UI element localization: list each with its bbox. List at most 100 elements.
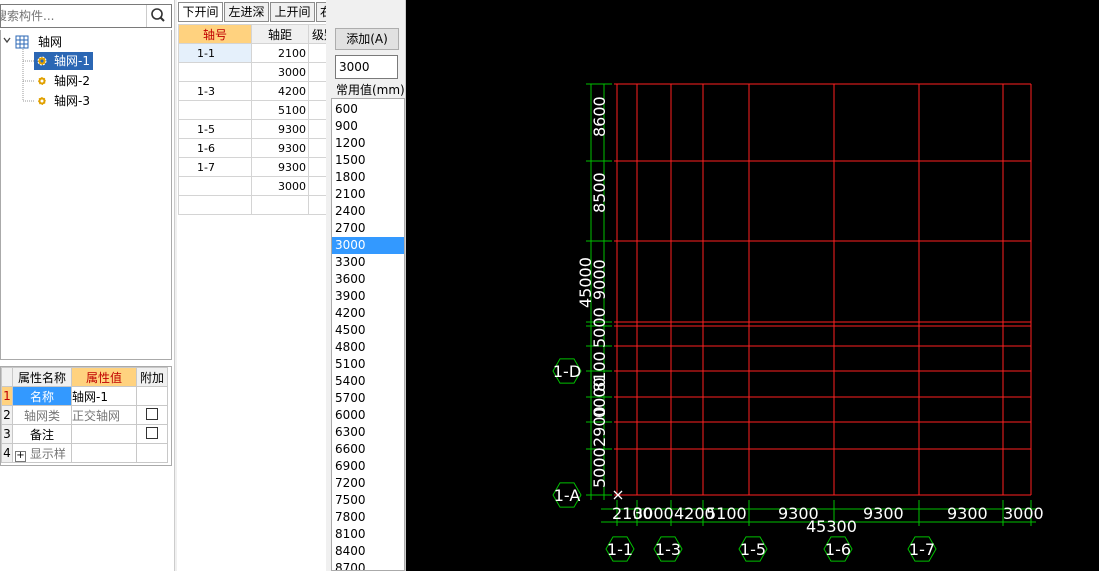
prop-extra: [136, 386, 168, 406]
common-value-item[interactable]: 900: [332, 118, 404, 135]
common-value-item[interactable]: 7500: [332, 492, 404, 509]
search-icon: [151, 8, 165, 22]
prop-row[interactable]: 2 轴网类 正交轴网: [1, 405, 168, 425]
dimension-label: 5100: [706, 504, 747, 523]
common-value-item[interactable]: 3000: [332, 237, 404, 254]
common-value-item[interactable]: 4500: [332, 322, 404, 339]
axis-distance-cell[interactable]: 4200: [251, 81, 309, 101]
axis-distance-cell[interactable]: [251, 195, 309, 215]
attach-checkbox[interactable]: [146, 426, 158, 439]
attach-checkbox[interactable]: [146, 407, 158, 420]
axis-no-cell[interactable]: 1-7: [178, 157, 252, 177]
common-value-item[interactable]: 2400: [332, 203, 404, 220]
prop-extra: [136, 443, 168, 463]
axis-no-cell[interactable]: [178, 195, 252, 215]
common-value-item[interactable]: 3300: [332, 254, 404, 271]
axis-grid-drawing: 21003000 42005100 9300 9300 9300 300045300500…: [552, 83, 1044, 562]
add-button[interactable]: 添加(A): [335, 28, 399, 50]
prop-value-header: 属性值: [71, 367, 137, 387]
prop-name-label: 显示样: [29, 446, 66, 461]
tree-root[interactable]: 轴网: [35, 33, 65, 51]
common-value-item[interactable]: 7800: [332, 509, 404, 526]
chevron-down-icon: [3, 37, 11, 44]
common-value-item[interactable]: 3600: [332, 271, 404, 288]
common-value-item[interactable]: 8700: [332, 560, 404, 570]
axis-row[interactable]: 30001: [178, 62, 340, 82]
axis-row[interactable]: 1-693001: [178, 138, 340, 158]
prop-extra-header: 附加: [136, 367, 168, 387]
prop-name: 名称: [12, 386, 72, 406]
axis-no-cell[interactable]: [178, 100, 252, 120]
common-value-item[interactable]: 6000: [332, 407, 404, 424]
value-input[interactable]: [335, 55, 398, 79]
axis-distance-cell[interactable]: 2100: [251, 43, 309, 63]
dimension-label: 8600: [590, 96, 609, 137]
common-value-item[interactable]: 1200: [332, 135, 404, 152]
common-value-item[interactable]: 5100: [332, 356, 404, 373]
common-value-item[interactable]: 2100: [332, 186, 404, 203]
common-value-item[interactable]: 6300: [332, 424, 404, 441]
common-values-list[interactable]: 600 900 1200 1500 1800 2100 2400 2700 3000 3300 36…: [331, 98, 405, 571]
common-value-item[interactable]: 5700: [332, 390, 404, 407]
tab-left-depth[interactable]: 左进深: [224, 2, 269, 22]
tab-top-bay[interactable]: 上开间: [270, 2, 315, 22]
dimension-label: 3000: [633, 504, 674, 523]
tab-bottom-bay[interactable]: 下开间: [178, 2, 223, 22]
prop-row[interactable]: 3 备注: [1, 424, 168, 444]
axis-distance-cell[interactable]: 9300: [251, 119, 309, 139]
axis-distance-cell[interactable]: 9300: [251, 138, 309, 158]
axis-no-cell[interactable]: 1-3: [178, 81, 252, 101]
common-value-item[interactable]: 8100: [332, 526, 404, 543]
search-box: [0, 4, 172, 28]
row-number: 4: [1, 443, 13, 463]
axis-row[interactable]: 30001: [178, 176, 340, 196]
prop-row[interactable]: 4 + 显示样: [1, 443, 168, 463]
row-number: 3: [1, 424, 13, 444]
axis-distance-cell[interactable]: 3000: [251, 176, 309, 196]
prop-row[interactable]: 1 名称 轴网-1: [1, 386, 168, 406]
axis-no-cell[interactable]: 1-5: [178, 119, 252, 139]
prop-value-field[interactable]: [71, 424, 137, 444]
splitter[interactable]: [174, 0, 177, 571]
expand-icon[interactable]: +: [15, 450, 26, 462]
axis-row[interactable]: 1-121002: [178, 43, 340, 63]
prop-value-field[interactable]: 轴网-1: [71, 386, 137, 406]
drawing-canvas[interactable]: 2100 3000 4200 5100 9300 9300 9300 3000 45300 500…: [406, 0, 1099, 571]
common-value-item[interactable]: 4800: [332, 339, 404, 356]
prop-value-field[interactable]: [71, 443, 137, 463]
search-button[interactable]: [146, 5, 171, 27]
property-grid: 属性名称 属性值 附加 1 名称 轴网-1 2 轴网类 正交轴网 3 备注 4 …: [0, 366, 172, 466]
common-value-item[interactable]: 1800: [332, 169, 404, 186]
common-value-item[interactable]: 6600: [332, 441, 404, 458]
axis-row[interactable]: 51001: [178, 100, 340, 120]
total-dimension-label: 45000: [576, 257, 595, 308]
common-value-item[interactable]: 6900: [332, 458, 404, 475]
axis-distance-cell[interactable]: 5100: [251, 100, 309, 120]
axis-no-cell[interactable]: [178, 176, 252, 196]
common-value-item[interactable]: 7200: [332, 475, 404, 492]
axis-no-cell[interactable]: 1-6: [178, 138, 252, 158]
axis-no-cell[interactable]: [178, 62, 252, 82]
axis-no-cell[interactable]: 1-1: [178, 43, 252, 63]
common-value-item[interactable]: 2700: [332, 220, 404, 237]
axis-label: 1-1: [607, 540, 633, 559]
axis-distance-cell[interactable]: 3000: [251, 62, 309, 82]
common-value-item[interactable]: 8400: [332, 543, 404, 560]
common-value-item[interactable]: 600: [332, 101, 404, 118]
common-value-item[interactable]: 5400: [332, 373, 404, 390]
axis-row[interactable]: 1-793001: [178, 157, 340, 177]
gear-icon: [37, 56, 47, 66]
axis-row[interactable]: 2: [178, 195, 340, 215]
gear-icon: [37, 96, 47, 106]
axis-distance-cell[interactable]: 9300: [251, 157, 309, 177]
common-value-item[interactable]: 4200: [332, 305, 404, 322]
axis-row[interactable]: 1-342001: [178, 81, 340, 101]
common-value-item[interactable]: 1500: [332, 152, 404, 169]
prop-value-field[interactable]: 正交轴网: [71, 405, 137, 425]
common-values-label: 常用值(mm): [336, 83, 405, 97]
common-value-item[interactable]: 3900: [332, 288, 404, 305]
axis-row[interactable]: 1-593001: [178, 119, 340, 139]
tree-root-label: 轴网: [38, 35, 63, 49]
axis-label: 1-3: [655, 540, 681, 559]
search-input[interactable]: [1, 5, 145, 27]
